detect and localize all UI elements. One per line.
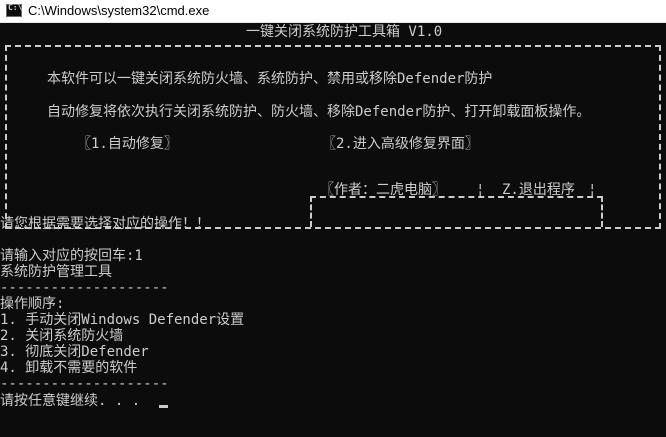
title-bar[interactable]: C:\ C:\Windows\system32\cmd.exe	[0, 0, 666, 23]
option-exit: Z.退出程序	[502, 182, 575, 198]
author-box-border	[310, 196, 603, 227]
author-label: 〖作者：二虎电脑〗	[320, 182, 446, 198]
step-item: 4. 卸载不需要的软件	[0, 360, 138, 376]
banner-title: 一键关闭系统防护工具箱 V1.0	[246, 24, 443, 40]
steps-label: 操作顺序:	[0, 296, 65, 312]
window-title: C:\Windows\system32\cmd.exe	[28, 3, 210, 18]
option-auto-repair: 〖1.自动修复〗	[77, 136, 178, 152]
tool-heading: 系统防护管理工具	[0, 264, 112, 280]
banner-line-1: 本软件可以一键关闭系统防火墙、系统防护、禁用或移除Defender防护	[47, 71, 493, 87]
step-item: 2. 关闭系统防火墙	[0, 328, 124, 344]
continue-prompt: 请按任意键继续. . .	[0, 393, 141, 409]
separator-bar-right: ¦	[588, 182, 597, 198]
cmd-icon[interactable]: C:\	[6, 3, 22, 17]
separator-line-1: --------------------	[0, 280, 169, 296]
console-area[interactable]: 一键关闭系统防护工具箱 V1.0 本软件可以一键关闭系统防火墙、系统防护、禁用或…	[0, 23, 666, 437]
cmd-window: C:\ C:\Windows\system32\cmd.exe 一键关闭系统防护…	[0, 0, 666, 437]
step-item: 3. 彻底关闭Defender	[0, 344, 149, 360]
input-line: 请输入对应的按回车:1	[0, 248, 143, 264]
separator-bar: ¦	[476, 182, 485, 198]
separator-line-2: --------------------	[0, 376, 169, 392]
select-prompt: 请您根据需要选择对应的操作！！	[0, 216, 210, 232]
banner-line-2: 自动修复将依次执行关闭系统防护、防火墙、移除Defender防护、打开卸载面板操…	[47, 104, 591, 120]
step-item: 1. 手动关闭Windows Defender设置	[0, 312, 245, 328]
text-cursor	[159, 405, 168, 408]
option-advanced-repair: 〖2.进入高级修复界面〗	[322, 136, 479, 152]
